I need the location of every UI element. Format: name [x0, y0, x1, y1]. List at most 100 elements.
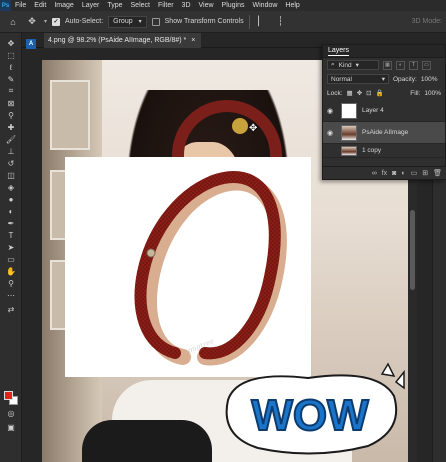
- brush-tool-icon[interactable]: 🖌: [0, 133, 22, 145]
- wow-sticker: WOW: [225, 362, 405, 455]
- app-glyph-icon: A: [26, 39, 36, 49]
- eye-icon[interactable]: ◉: [327, 107, 336, 115]
- layer-row-layer-4[interactable]: ◉ Layer 4: [323, 100, 445, 122]
- dodge-tool-icon[interactable]: ◐: [0, 205, 22, 217]
- filter-adjust-icon[interactable]: ◐: [396, 60, 405, 70]
- layer-name: Layer 4: [362, 107, 384, 114]
- menu-bar: Ps File Edit Image Layer Type Select Fil…: [0, 0, 446, 11]
- frame-tool-icon[interactable]: ⊠: [0, 97, 22, 109]
- divider: [248, 14, 250, 29]
- menu-window[interactable]: Window: [249, 0, 282, 11]
- adjustment-layer-icon[interactable]: ◐: [401, 170, 405, 177]
- chevron-down-icon[interactable]: ▾: [44, 18, 47, 25]
- menu-help[interactable]: Help: [281, 0, 303, 11]
- layer-thumbnail: [341, 102, 357, 119]
- new-layer-icon[interactable]: ⊞: [422, 169, 428, 177]
- menu-plugins[interactable]: Plugins: [218, 0, 249, 11]
- more-tools-icon[interactable]: ⋯: [0, 289, 22, 301]
- close-icon[interactable]: ×: [191, 37, 195, 44]
- menu-image[interactable]: Image: [50, 0, 77, 11]
- link-layers-icon[interactable]: ∞: [372, 170, 377, 177]
- menu-type[interactable]: Type: [103, 0, 126, 11]
- align-left-icon[interactable]: ▏: [255, 15, 269, 29]
- photoshop-logo-icon[interactable]: Ps: [0, 0, 11, 11]
- crop-tool-icon[interactable]: ⌗: [0, 85, 22, 97]
- model-bag: [82, 420, 212, 462]
- fill-value[interactable]: 100%: [424, 90, 441, 97]
- menu-3d[interactable]: 3D: [178, 0, 195, 11]
- type-tool-icon[interactable]: T: [0, 229, 22, 241]
- show-transform-checkbox[interactable]: [151, 17, 160, 26]
- headband-product-image: [134, 171, 287, 366]
- auto-select-target-dropdown[interactable]: Group ▾: [108, 15, 147, 28]
- path-select-tool-icon[interactable]: ➤: [0, 241, 22, 253]
- blend-row: Normal ▾ Opacity: 100%: [323, 72, 445, 86]
- eraser-tool-icon[interactable]: ◫: [0, 169, 22, 181]
- lock-pixels-icon[interactable]: ▦: [347, 89, 353, 97]
- lasso-tool-icon[interactable]: ℓ: [0, 61, 22, 73]
- home-icon[interactable]: ⌂: [6, 15, 20, 29]
- layers-panel-header: Layers: [323, 45, 445, 58]
- menu-file[interactable]: File: [11, 0, 30, 11]
- swap-colors-icon[interactable]: ⇄: [0, 303, 22, 315]
- hand-tool-icon[interactable]: ✋: [0, 265, 22, 277]
- headband-flower: [232, 118, 248, 134]
- lock-all-icon[interactable]: 🔒: [376, 89, 384, 97]
- document-tab[interactable]: 4.png @ 98.2% (PsAide AIImage, RGB/8#) *…: [44, 33, 202, 48]
- healing-brush-tool-icon[interactable]: ✚: [0, 121, 22, 133]
- foreground-color-swatch[interactable]: [4, 391, 13, 400]
- tools-panel: ✥ ⬚ ℓ ✎ ⌗ ⊠ ⚲ ✚ 🖌 ⊥ ↺ ◫ ◈ ● ◐ ✒ T ➤ ▭ ✋ …: [0, 33, 22, 462]
- menu-view[interactable]: View: [195, 0, 218, 11]
- paint-bucket-tool-icon[interactable]: ◈: [0, 181, 22, 193]
- layer-row-psaide-aiimage[interactable]: ◉ PsAide AIImage: [323, 122, 445, 144]
- marquee-tool-icon[interactable]: ⬚: [0, 49, 22, 61]
- options-bar: ⌂ ✥ ▾ ✓ Auto-Select: Group ▾ Show Transf…: [0, 11, 446, 33]
- layers-tab[interactable]: Layers: [328, 47, 350, 56]
- move-cursor-icon: ✥: [249, 123, 258, 134]
- blur-tool-icon[interactable]: ●: [0, 193, 22, 205]
- blend-mode-dropdown[interactable]: Normal ▾: [327, 74, 389, 84]
- opacity-label: Opacity:: [393, 75, 417, 83]
- chevron-down-icon: ▾: [138, 19, 142, 25]
- eye-icon[interactable]: ◉: [327, 129, 336, 137]
- show-transform-label: Show Transform Controls: [164, 18, 244, 25]
- add-mask-icon[interactable]: ◙: [392, 170, 396, 177]
- zoom-tool-icon[interactable]: ⚲: [0, 277, 22, 289]
- new-group-icon[interactable]: ▭: [411, 169, 418, 177]
- scrollbar-thumb[interactable]: [410, 210, 415, 290]
- filter-shape-icon[interactable]: ▭: [422, 60, 431, 70]
- layers-filter-row: ⌕ Kind ▾ ▦ ◐ T ▭: [323, 58, 445, 72]
- filter-pixel-icon[interactable]: ▦: [383, 60, 392, 70]
- lock-artboard-icon[interactable]: ⊡: [366, 89, 371, 97]
- blend-mode-value: Normal: [331, 75, 352, 83]
- menu-layer[interactable]: Layer: [78, 0, 104, 11]
- rectangle-tool-icon[interactable]: ▭: [0, 253, 22, 265]
- lock-position-icon[interactable]: ✥: [357, 89, 362, 97]
- filter-type-icon[interactable]: T: [409, 60, 418, 70]
- history-brush-tool-icon[interactable]: ↺: [0, 157, 22, 169]
- layer-style-icon[interactable]: fx: [382, 170, 387, 177]
- pen-tool-icon[interactable]: ✒: [0, 217, 22, 229]
- chevron-down-icon: ▾: [355, 62, 359, 69]
- menu-filter[interactable]: Filter: [154, 0, 178, 11]
- menu-edit[interactable]: Edit: [30, 0, 50, 11]
- menu-select[interactable]: Select: [127, 0, 154, 11]
- search-icon: ⌕: [331, 61, 335, 68]
- layers-panel-footer: ∞ fx ◙ ◐ ▭ ⊞ 🗑: [323, 166, 446, 179]
- quick-select-tool-icon[interactable]: ✎: [0, 73, 22, 85]
- move-tool-icon[interactable]: ✥: [0, 37, 22, 49]
- lock-row: Lock: ▦ ✥ ⊡ 🔒 Fill: 100%: [323, 86, 445, 100]
- eyedropper-tool-icon[interactable]: ⚲: [0, 109, 22, 121]
- auto-select-checkbox[interactable]: ✓: [52, 17, 61, 26]
- opacity-value[interactable]: 100%: [421, 76, 438, 83]
- move-tool-icon[interactable]: ✥: [25, 15, 39, 29]
- trash-icon[interactable]: 🗑: [433, 169, 442, 177]
- quick-mask-icon[interactable]: ◎: [0, 407, 22, 419]
- screen-mode-icon[interactable]: ▣: [0, 421, 22, 433]
- layer-row-1-copy[interactable]: 1 copy: [323, 144, 445, 158]
- clone-stamp-tool-icon[interactable]: ⊥: [0, 145, 22, 157]
- filter-kind-dropdown[interactable]: ⌕ Kind ▾: [327, 60, 379, 70]
- align-center-icon[interactable]: ┆: [274, 15, 288, 29]
- product-layer[interactable]: pngtree: [65, 157, 311, 377]
- fill-label: Fill:: [410, 89, 421, 97]
